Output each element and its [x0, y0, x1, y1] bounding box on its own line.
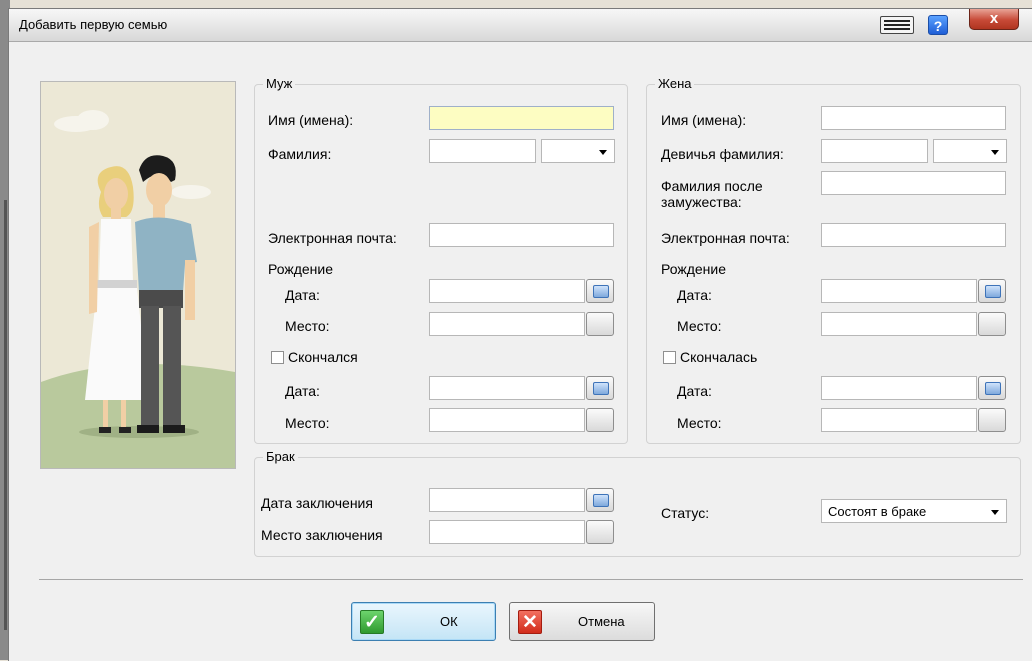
marriage-date-calendar-button[interactable]: [586, 488, 614, 512]
husband-birth-place-label: Место:: [285, 318, 330, 334]
calendar-icon: [593, 494, 609, 507]
wife-death-place-button[interactable]: [978, 408, 1006, 432]
husband-email-input[interactable]: [429, 223, 614, 247]
wife-death-date-calendar-button[interactable]: [978, 376, 1006, 400]
husband-email-label: Электронная почта:: [268, 230, 397, 246]
wife-birth-place-label: Место:: [677, 318, 722, 334]
footer-separator: [39, 579, 1023, 580]
husband-surname-input[interactable]: [429, 139, 536, 163]
husband-surname-dropdown[interactable]: [541, 139, 615, 163]
husband-birth-date-input[interactable]: [429, 279, 585, 303]
ok-button-label: ОК: [440, 614, 458, 629]
background-edge-notch: [4, 200, 7, 630]
husband-death-date-label: Дата:: [285, 383, 320, 399]
wife-maiden-name-dropdown[interactable]: [933, 139, 1007, 163]
husband-birth-place-button[interactable]: [586, 312, 614, 336]
husband-death-place-button[interactable]: [586, 408, 614, 432]
wife-maiden-name-input[interactable]: [821, 139, 928, 163]
husband-birth-place-input[interactable]: [429, 312, 585, 336]
chevron-down-icon: [599, 150, 607, 155]
wife-birth-label: Рождение: [661, 261, 727, 277]
ok-button[interactable]: ✓ ОК: [351, 602, 496, 641]
dialog-title: Добавить первую семью: [19, 17, 168, 32]
marriage-date-label: Дата заключения: [261, 495, 373, 511]
husband-given-names-input[interactable]: [429, 106, 614, 130]
wife-birth-date-label: Дата:: [677, 287, 712, 303]
wife-death-place-label: Место:: [677, 415, 722, 431]
husband-given-names-label: Имя (имена):: [268, 112, 354, 128]
help-icon[interactable]: ?: [928, 15, 948, 35]
wife-birth-date-calendar-button[interactable]: [978, 279, 1006, 303]
marriage-date-input[interactable]: [429, 488, 585, 512]
husband-death-place-label: Место:: [285, 415, 330, 431]
marriage-status-select[interactable]: Состоят в браке: [821, 499, 1007, 523]
marriage-place-label: Место заключения: [261, 527, 383, 543]
wife-death-place-input[interactable]: [821, 408, 977, 432]
marriage-status-value: Состоят в браке: [828, 504, 927, 519]
cancel-button-label: Отмена: [578, 614, 625, 629]
wife-deceased-checkbox[interactable]: [663, 351, 676, 364]
wife-death-date-label: Дата:: [677, 383, 712, 399]
add-first-family-dialog: Добавить первую семью ? x Муж Имя (имена…: [8, 8, 1032, 661]
couple-illustration: [40, 81, 236, 469]
husband-death-date-input[interactable]: [429, 376, 585, 400]
calendar-icon: [985, 382, 1001, 395]
close-icon[interactable]: x: [969, 9, 1019, 30]
husband-birth-date-calendar-button[interactable]: [586, 279, 614, 303]
husband-death-date-calendar-button[interactable]: [586, 376, 614, 400]
husband-death-place-input[interactable]: [429, 408, 585, 432]
husband-deceased-label: Скончался: [288, 349, 358, 365]
wife-given-names-input[interactable]: [821, 106, 1006, 130]
marriage-place-button[interactable]: [586, 520, 614, 544]
wife-deceased-label: Скончалась: [680, 349, 758, 365]
wife-email-input[interactable]: [821, 223, 1006, 247]
marriage-group-title: Брак: [263, 449, 298, 464]
chevron-down-icon: [991, 150, 999, 155]
wife-group-title: Жена: [655, 76, 695, 91]
x-icon: ✕: [518, 610, 542, 634]
wife-email-label: Электронная почта:: [661, 230, 790, 246]
wife-death-date-input[interactable]: [821, 376, 977, 400]
wife-married-name-label-line2: замужества:: [661, 194, 742, 210]
husband-group-title: Муж: [263, 76, 296, 91]
marriage-status-label: Статус:: [661, 505, 710, 521]
calendar-icon: [593, 382, 609, 395]
wife-birth-place-input[interactable]: [821, 312, 977, 336]
couple-illustration-art: [41, 82, 235, 468]
wife-married-name-label-line1: Фамилия после: [661, 178, 763, 194]
cancel-button[interactable]: ✕ Отмена: [509, 602, 655, 641]
wife-given-names-label: Имя (имена):: [661, 112, 747, 128]
marriage-place-input[interactable]: [429, 520, 585, 544]
calendar-icon: [985, 285, 1001, 298]
calendar-icon: [593, 285, 609, 298]
wife-married-name-input[interactable]: [821, 171, 1006, 195]
husband-birth-label: Рождение: [268, 261, 334, 277]
keyboard-icon[interactable]: [880, 16, 914, 34]
wife-birth-place-button[interactable]: [978, 312, 1006, 336]
husband-surname-label: Фамилия:: [268, 146, 332, 162]
wife-birth-date-input[interactable]: [821, 279, 977, 303]
checkmark-icon: ✓: [360, 610, 384, 634]
wife-maiden-name-label: Девичья фамилия:: [661, 146, 784, 162]
husband-birth-date-label: Дата:: [285, 287, 320, 303]
chevron-down-icon: [991, 510, 999, 515]
husband-deceased-checkbox[interactable]: [271, 351, 284, 364]
title-bar[interactable]: Добавить первую семью ? x: [9, 9, 1032, 42]
